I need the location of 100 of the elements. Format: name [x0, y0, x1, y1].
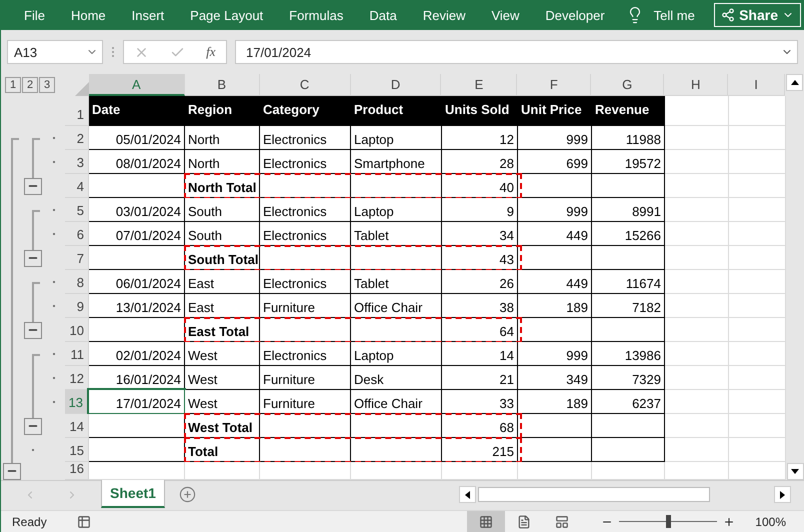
- ribbon-tab[interactable]: Insert: [118, 8, 178, 22]
- table-cell: Total: [185, 438, 260, 462]
- table-cell: 19572: [592, 150, 665, 174]
- scroll-down-button[interactable]: [786, 463, 804, 480]
- table-cell: 43: [442, 246, 518, 270]
- row-header[interactable]: 5: [65, 198, 89, 222]
- table-cell: Office Chair: [351, 390, 442, 414]
- scroll-left-button[interactable]: [459, 486, 476, 503]
- row-header[interactable]: 4: [65, 174, 89, 198]
- column-header[interactable]: D: [350, 74, 442, 96]
- share-button[interactable]: Share: [714, 3, 801, 27]
- ribbon-tab[interactable]: Home: [58, 8, 119, 22]
- page-icon: [517, 514, 532, 528]
- column-header[interactable]: H: [664, 74, 728, 96]
- table-cell: 215: [442, 438, 518, 462]
- table-cell: 34: [442, 222, 518, 246]
- row-header[interactable]: 11: [65, 342, 89, 366]
- table-cell: [665, 198, 729, 222]
- table-cell: 189: [518, 390, 592, 414]
- row-header[interactable]: 2: [65, 126, 89, 150]
- table-cell: 02/01/2024: [89, 342, 185, 366]
- collapse-button[interactable]: [24, 322, 42, 338]
- table-cell: West: [185, 390, 260, 414]
- ribbon-tab[interactable]: Page Layout: [177, 8, 276, 22]
- row-header[interactable]: 6: [65, 222, 89, 246]
- table-cell: Desk: [351, 366, 442, 390]
- outline-level-button[interactable]: 1: [5, 77, 21, 93]
- table-cell: 699: [518, 150, 592, 174]
- table-cell: 449: [518, 222, 592, 246]
- ribbon-tab[interactable]: Data: [356, 8, 410, 22]
- header-cell: Product: [351, 96, 442, 126]
- table-cell: Tablet: [351, 270, 442, 294]
- row-header[interactable]: 1: [65, 96, 89, 126]
- table-cell: West Total: [185, 414, 260, 438]
- ribbon-tab[interactable]: Review: [410, 8, 478, 22]
- table-icon[interactable]: [76, 514, 91, 528]
- row-header[interactable]: 10: [65, 318, 89, 342]
- collapse-button[interactable]: [24, 178, 42, 194]
- formula-value: 17/01/2024: [246, 44, 312, 60]
- table-cell: Electronics: [260, 270, 351, 294]
- ribbon-tab[interactable]: View: [478, 8, 532, 22]
- insert-function-button[interactable]: fx: [206, 44, 216, 60]
- outline-level-button[interactable]: 3: [39, 77, 55, 93]
- table-cell: Laptop: [351, 126, 442, 150]
- row-header[interactable]: 3: [65, 150, 89, 174]
- header-cell: Revenue: [592, 96, 665, 126]
- row-header[interactable]: 14: [65, 414, 89, 438]
- collapse-button[interactable]: [24, 250, 42, 266]
- cell-reference: A13: [14, 44, 38, 60]
- row-header[interactable]: 8: [65, 270, 89, 294]
- view-button[interactable]: [467, 511, 506, 532]
- outline-level-button[interactable]: 2: [22, 77, 38, 93]
- column-header[interactable]: C: [260, 74, 351, 96]
- table-cell: West: [185, 342, 260, 366]
- table-cell: East: [185, 294, 260, 318]
- column-header[interactable]: A: [88, 74, 185, 96]
- table-cell: [665, 438, 729, 462]
- row-header[interactable]: 7: [65, 246, 89, 270]
- column-header[interactable]: B: [184, 74, 260, 96]
- table-cell: Electronics: [260, 150, 351, 174]
- table-cell: Office Chair: [351, 294, 442, 318]
- formula-field[interactable]: 17/01/2024: [235, 40, 798, 64]
- scroll-up-button[interactable]: [786, 74, 803, 91]
- table-cell: West: [185, 366, 260, 390]
- row-header[interactable]: 16: [65, 462, 89, 480]
- add-sheet-button[interactable]: [179, 486, 196, 503]
- ribbon-tab[interactable]: Formulas: [276, 8, 356, 22]
- tell-me-field[interactable]: Tell me: [654, 8, 695, 22]
- zoom-slider[interactable]: [619, 515, 718, 528]
- column-header[interactable]: E: [441, 74, 518, 96]
- row-header[interactable]: 12: [65, 366, 89, 390]
- column-header[interactable]: F: [517, 74, 592, 96]
- collapse-button[interactable]: [24, 418, 42, 434]
- table-cell: North: [185, 150, 260, 174]
- table-cell: 999: [518, 126, 592, 150]
- row-header[interactable]: 13: [65, 390, 89, 414]
- grip-icon: [111, 46, 115, 58]
- sheet-tab[interactable]: Sheet1: [101, 480, 165, 508]
- table-cell: 7182: [592, 294, 665, 318]
- column-header[interactable]: I: [728, 74, 786, 96]
- zoom-thumb[interactable]: [666, 515, 672, 528]
- row-header[interactable]: 9: [65, 294, 89, 318]
- table-cell: [665, 294, 729, 318]
- name-box[interactable]: A13: [7, 40, 103, 64]
- ribbon-tab[interactable]: File: [11, 8, 58, 22]
- column-header[interactable]: G: [591, 74, 664, 96]
- scroll-right-button[interactable]: [774, 486, 791, 503]
- left-arrow-icon: [465, 490, 470, 498]
- table-cell: Laptop: [351, 198, 442, 222]
- table-cell: 999: [518, 198, 592, 222]
- row-header[interactable]: 15: [65, 438, 89, 462]
- collapse-button[interactable]: [3, 462, 21, 480]
- zoom-in-icon[interactable]: [723, 516, 736, 528]
- table-cell: [665, 174, 729, 198]
- table-cell: South Total: [185, 246, 260, 270]
- header-cell: Category: [260, 96, 351, 126]
- table-cell: 07/01/2024: [89, 222, 185, 246]
- horizontal-scrollbar[interactable]: [478, 487, 710, 502]
- ribbon-tab[interactable]: Developer: [532, 8, 618, 22]
- table-cell: Electronics: [260, 198, 351, 222]
